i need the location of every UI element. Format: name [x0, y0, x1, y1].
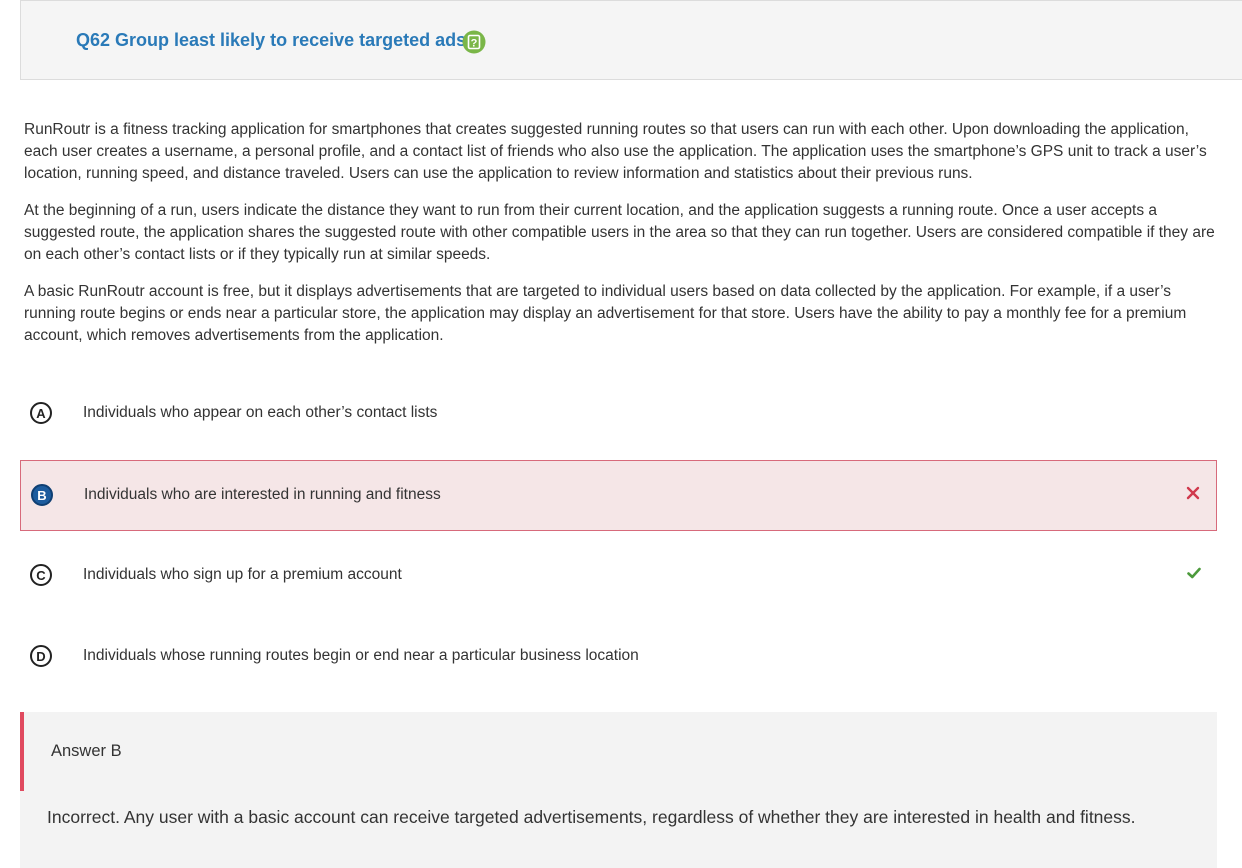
option-label: Individuals who are interested in runnin… — [84, 486, 441, 503]
feedback-explanation: Incorrect. Any user with a basic account… — [47, 807, 1136, 827]
question-header: Q62 Group least likely to receive target… — [20, 0, 1242, 80]
option-letter-badge: B — [31, 484, 53, 506]
option-label: Individuals who sign up for a premium ac… — [83, 566, 402, 583]
answer-option-c[interactable]: C Individuals who sign up for a premium … — [20, 541, 1217, 612]
option-label: Individuals who appear on each other’s c… — [83, 404, 438, 421]
help-question-icon[interactable]: ? — [462, 30, 486, 54]
stimulus-paragraph: At the beginning of a run, users indicat… — [24, 202, 1215, 263]
question-title: Q62 Group least likely to receive target… — [76, 30, 467, 50]
feedback-accent-bar — [20, 712, 24, 791]
question-stimulus: RunRoutr is a fitness tracking applicati… — [24, 119, 1216, 362]
option-letter-badge: C — [30, 564, 52, 586]
stimulus-paragraph: A basic RunRoutr account is free, but it… — [24, 283, 1187, 344]
option-label: Individuals whose running routes begin o… — [83, 647, 639, 664]
stimulus-paragraph: RunRoutr is a fitness tracking applicati… — [24, 121, 1207, 182]
answer-option-a[interactable]: A Individuals who appear on each other’s… — [20, 379, 1217, 450]
option-letter-badge: D — [30, 645, 52, 667]
answer-feedback-panel: Answer B Incorrect. Any user with a basi… — [20, 712, 1217, 868]
answer-option-d[interactable]: D Individuals whose running routes begin… — [20, 622, 1217, 693]
svg-text:?: ? — [471, 37, 478, 49]
answer-option-b[interactable]: B Individuals who are interested in runn… — [20, 460, 1217, 531]
close-x-icon — [1185, 485, 1201, 501]
option-letter-badge: A — [30, 402, 52, 424]
checkmark-icon — [1186, 565, 1202, 581]
feedback-title: Answer B — [51, 742, 122, 760]
